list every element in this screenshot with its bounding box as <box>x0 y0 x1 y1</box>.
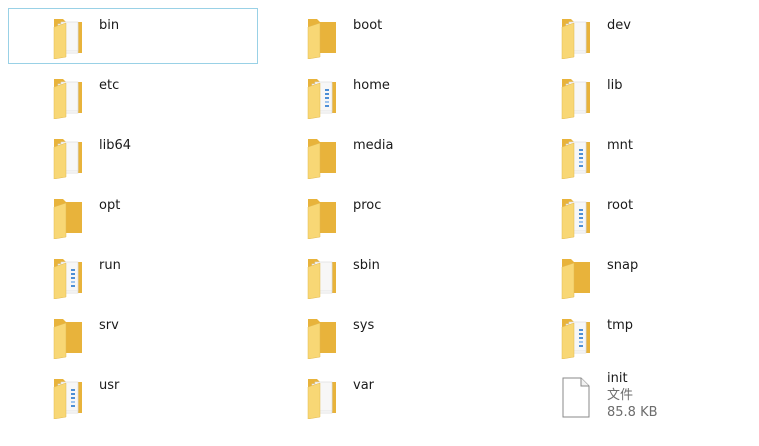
folder-icon <box>559 255 593 299</box>
folder-label: lib64 <box>99 138 132 153</box>
folder-icon <box>51 195 85 239</box>
folder-run[interactable]: run <box>8 248 258 304</box>
folder-icon <box>305 75 339 119</box>
folder-home[interactable]: home <box>262 68 512 124</box>
folder-icon <box>51 135 85 179</box>
folder-icon <box>305 255 339 299</box>
folder-icon <box>51 15 85 59</box>
folder-label: var <box>353 378 375 393</box>
folder-label: snap <box>607 258 639 273</box>
folder-label: boot <box>353 18 383 33</box>
folder-mnt[interactable]: mnt <box>516 128 759 184</box>
folder-opt[interactable]: opt <box>8 188 258 244</box>
folder-label: srv <box>99 318 119 333</box>
folder-label: bin <box>99 18 120 33</box>
folder-var[interactable]: var <box>262 368 512 424</box>
folder-label: proc <box>353 198 382 213</box>
folder-icon <box>305 375 339 419</box>
folder-icon <box>305 135 339 179</box>
folder-label: run <box>99 258 121 273</box>
folder-icon <box>305 15 339 59</box>
folder-media[interactable]: media <box>262 128 512 184</box>
folder-grid: bin boot dev etc home lib lib64 media mnt opt proc… <box>8 8 759 446</box>
folder-label: sys <box>353 318 375 333</box>
folder-etc[interactable]: etc <box>8 68 258 124</box>
folder-icon <box>559 135 593 179</box>
folder-icon <box>559 315 593 359</box>
folder-sbin[interactable]: sbin <box>262 248 512 304</box>
folder-icon <box>51 375 85 419</box>
folder-label: opt <box>99 198 121 213</box>
folder-label: sbin <box>353 258 380 273</box>
folder-bin[interactable]: bin <box>8 8 258 64</box>
file-size: 85.8 KB <box>607 405 658 420</box>
folder-icon <box>559 75 593 119</box>
folder-label: home <box>353 78 390 93</box>
file-icon <box>559 375 593 419</box>
folder-tmp[interactable]: tmp <box>516 308 759 364</box>
folder-label: media <box>353 138 394 153</box>
folder-proc[interactable]: proc <box>262 188 512 244</box>
folder-label: tmp <box>607 318 634 333</box>
file-name: init <box>607 371 628 386</box>
folder-label: mnt <box>607 138 633 153</box>
file-type: 文件 <box>607 388 634 403</box>
folder-icon <box>305 315 339 359</box>
folder-icon <box>559 15 593 59</box>
folder-icon <box>559 195 593 239</box>
file-init[interactable]: init 文件 85.8 KB <box>516 368 759 424</box>
folder-dev[interactable]: dev <box>516 8 759 64</box>
folder-label: lib <box>607 78 623 93</box>
folder-icon <box>305 195 339 239</box>
folder-srv[interactable]: srv <box>8 308 258 364</box>
folder-snap[interactable]: snap <box>516 248 759 304</box>
folder-label: root <box>607 198 634 213</box>
folder-lib[interactable]: lib <box>516 68 759 124</box>
folder-lib64[interactable]: lib64 <box>8 128 258 184</box>
folder-label: etc <box>99 78 120 93</box>
folder-label: usr <box>99 378 120 393</box>
folder-root[interactable]: root <box>516 188 759 244</box>
folder-icon <box>51 75 85 119</box>
folder-usr[interactable]: usr <box>8 368 258 424</box>
folder-boot[interactable]: boot <box>262 8 512 64</box>
folder-label: dev <box>607 18 631 33</box>
folder-sys[interactable]: sys <box>262 308 512 364</box>
folder-icon <box>51 315 85 359</box>
folder-icon <box>51 255 85 299</box>
